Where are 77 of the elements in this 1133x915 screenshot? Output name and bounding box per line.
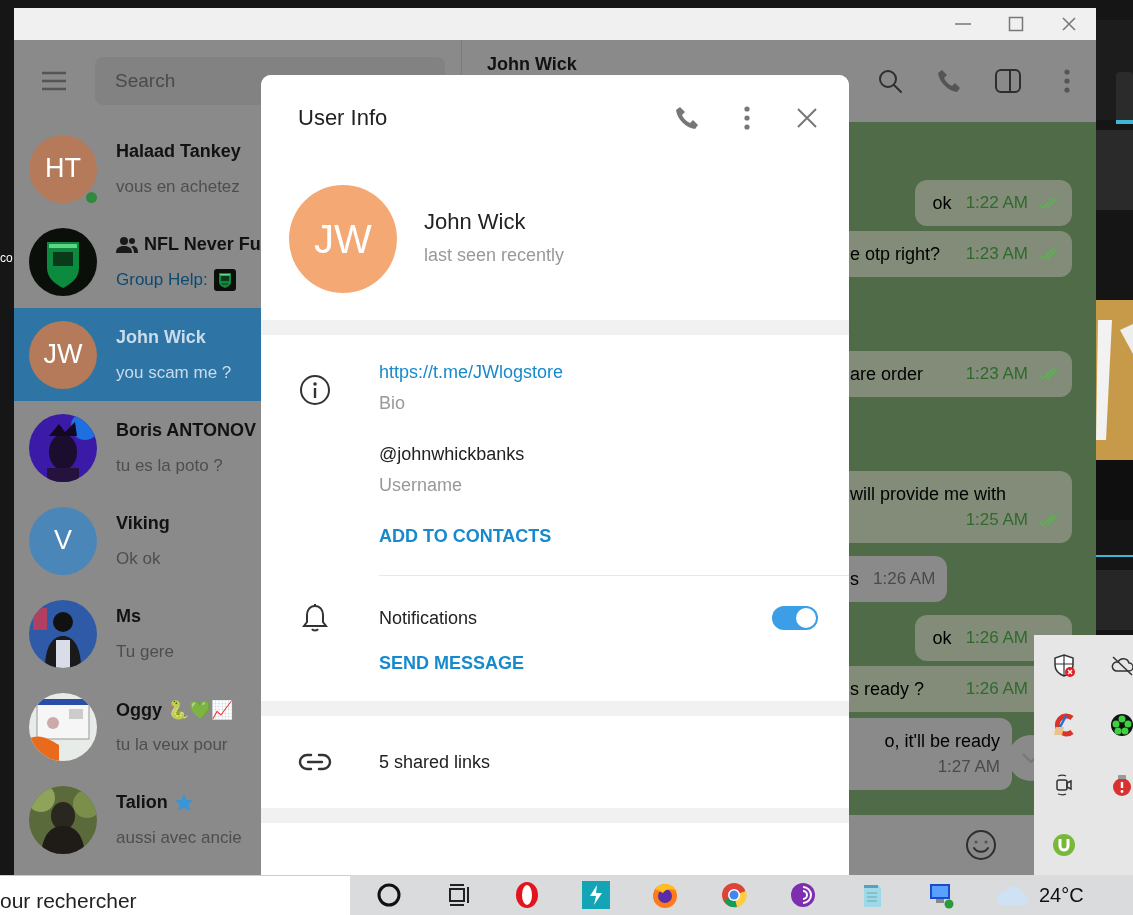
message-text: ok <box>932 192 952 215</box>
lightning-icon <box>581 881 610 909</box>
chat-name: John Wick <box>116 327 206 348</box>
smiley-icon <box>964 829 997 861</box>
message-text: ok <box>932 627 952 650</box>
message-time: 1:25 AM <box>965 509 1028 531</box>
alert-icon <box>1110 773 1133 797</box>
round-logo-icon <box>719 881 748 909</box>
chat-title: John Wick <box>487 54 577 75</box>
close-icon <box>796 106 818 129</box>
message-time: 1:26 AM <box>873 568 936 590</box>
chat-name: Halaad Tankey <box>116 141 241 162</box>
maximize-icon <box>1007 16 1024 32</box>
message-text: are order <box>850 363 924 386</box>
menu-icon <box>40 70 68 92</box>
send-message-button[interactable]: SEND MESSAGE <box>379 651 849 675</box>
menu-button[interactable] <box>40 70 68 92</box>
avatar: HT <box>29 134 97 203</box>
field-label: Username <box>379 474 464 497</box>
onion-logo-icon <box>788 881 817 909</box>
message-text: s <box>850 568 859 591</box>
message-sender: Group Help: <box>116 269 208 290</box>
more-icon <box>1062 68 1071 94</box>
broom-icon <box>1052 713 1076 737</box>
chat-name: Viking <box>116 513 170 534</box>
username: @johnwhickbanks <box>379 443 526 466</box>
chat-name: Ms <box>116 606 141 627</box>
message-time: 1:27 AM <box>937 756 1000 778</box>
minimize-icon <box>954 23 971 25</box>
message-preview: tu es la poto ? <box>116 455 223 476</box>
fox-logo-icon <box>650 881 679 909</box>
avatar: JW <box>29 320 97 389</box>
cloud-off-icon <box>1110 653 1133 677</box>
notifications-toggle[interactable] <box>772 606 818 630</box>
message-text: o, it'll be ready <box>884 730 1000 753</box>
link-icon <box>298 752 332 772</box>
phone-icon <box>674 104 700 131</box>
panel-icon <box>993 68 1022 94</box>
message-preview: tu la veux pour <box>116 734 228 755</box>
info-icon <box>299 374 331 406</box>
message-time: 1:26 AM <box>965 627 1028 649</box>
avatar: V <box>29 506 97 575</box>
message-text: e otp right? <box>850 243 941 266</box>
window-fragment-text: co <box>0 250 13 266</box>
message-time: 1:23 AM <box>965 243 1028 265</box>
setting-label: Notifications <box>379 607 478 630</box>
message-preview: Ok ok <box>116 548 161 569</box>
message-time: 1:23 AM <box>965 363 1028 385</box>
cloud-icon <box>995 884 1029 906</box>
message-preview: vous en achetez <box>116 176 240 197</box>
chat-name: Boris ANTONOV <box>116 420 257 441</box>
message-preview: you scam me ? <box>116 362 232 383</box>
chat-list-item[interactable]: Talion aussi avec ancie <box>14 773 461 866</box>
message-time: 1:22 AM <box>965 192 1028 214</box>
bell-icon <box>301 603 329 633</box>
user-name: John Wick <box>424 209 527 235</box>
chat-name: Talion <box>116 792 168 813</box>
search-icon <box>876 68 903 94</box>
shield-icon <box>1052 653 1076 677</box>
dialog-title: User Info <box>298 104 389 131</box>
torrent-icon <box>1052 833 1076 857</box>
phone-icon <box>935 68 962 94</box>
close-icon <box>1060 16 1077 32</box>
message-text: s ready ? <box>850 678 925 701</box>
chat-name: Oggy 🐍💚📈 <box>116 698 233 721</box>
more-icon <box>743 104 751 131</box>
last-seen-status: last seen recently <box>424 245 565 266</box>
add-to-contacts-button[interactable]: ADD TO CONTACTS <box>379 524 849 548</box>
message-preview: aussi avec ancie <box>116 827 242 848</box>
message-preview: Tu gere <box>116 641 174 662</box>
avatar: JW <box>289 185 397 293</box>
search-field[interactable]: our rechercher <box>0 875 350 915</box>
chat-name: NFL Never Fu <box>144 234 261 255</box>
flower-icon <box>1110 713 1133 737</box>
message-text: will provide me with <box>850 483 1007 506</box>
message-time: 1:26 AM <box>965 678 1028 700</box>
temperature-text: 24°C <box>1039 883 1084 907</box>
